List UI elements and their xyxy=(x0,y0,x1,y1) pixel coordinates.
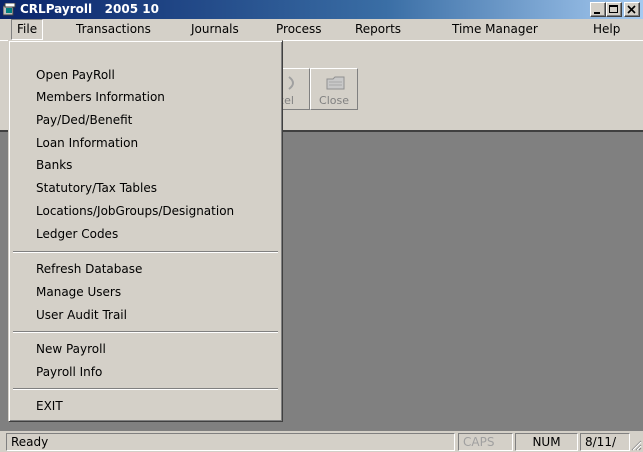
menu-time-manager[interactable]: Time Manager xyxy=(446,19,544,40)
menu-separator xyxy=(13,388,278,390)
status-date: 8/11/ xyxy=(580,433,630,451)
menu-item-exit[interactable]: EXIT xyxy=(12,395,279,417)
menu-item-locations-jobgroups-designation[interactable]: Locations/JobGroups/Designation xyxy=(12,200,279,222)
maximize-button[interactable] xyxy=(606,2,622,17)
maximize-icon xyxy=(609,5,618,13)
menu-journals[interactable]: Journals xyxy=(185,19,245,40)
menu-file[interactable]: File xyxy=(11,19,44,40)
menu-process[interactable]: Process xyxy=(270,19,328,40)
resize-grip-icon[interactable] xyxy=(630,439,642,451)
status-bar: Ready CAPS NUM 8/11/ xyxy=(0,431,643,452)
menu-item-statutory-tax-tables[interactable]: Statutory/Tax Tables xyxy=(12,177,279,199)
menu-item-banks[interactable]: Banks xyxy=(12,154,279,176)
menu-reports[interactable]: Reports xyxy=(349,19,407,40)
title-bar[interactable]: CRLPayroll 2005 10 xyxy=(0,0,643,19)
menu-item-payroll-info[interactable]: Payroll Info xyxy=(12,361,279,383)
menu-item-members-information[interactable]: Members Information xyxy=(12,86,279,108)
menu-item-manage-users[interactable]: Manage Users xyxy=(12,281,279,303)
menu-help[interactable]: Help xyxy=(587,19,626,40)
close-icon xyxy=(627,5,636,14)
close-folder-icon xyxy=(326,76,345,90)
menu-item-ledger-codes[interactable]: Ledger Codes xyxy=(12,223,279,245)
close-button-label: Close xyxy=(319,94,349,107)
close-window-button[interactable] xyxy=(624,2,640,17)
minimize-button[interactable] xyxy=(590,2,606,17)
menu-item-open-payroll[interactable]: Open PayRoll xyxy=(12,64,279,86)
menu-item-new-payroll[interactable]: New Payroll xyxy=(12,338,279,360)
window-title: CRLPayroll 2005 10 xyxy=(20,2,159,16)
app-window: CRLPayroll 2005 10 File Transactions Jou… xyxy=(0,0,643,452)
menu-item-loan-information[interactable]: Loan Information xyxy=(12,132,279,154)
menu-separator xyxy=(13,331,278,333)
menu-separator xyxy=(13,251,278,253)
menu-item-pay-ded-benefit[interactable]: Pay/Ded/Benefit xyxy=(12,109,279,131)
status-message: Ready xyxy=(6,433,455,451)
menu-item-refresh-database[interactable]: Refresh Database xyxy=(12,258,279,280)
menu-transactions[interactable]: Transactions xyxy=(70,19,157,40)
file-menu-dropdown: Open PayRoll Members Information Pay/Ded… xyxy=(8,40,283,422)
app-icon xyxy=(3,3,16,16)
minimize-icon xyxy=(594,12,600,14)
status-caps: CAPS xyxy=(458,433,513,451)
menu-bar: File Transactions Journals Process Repor… xyxy=(0,19,643,40)
close-button[interactable]: Close xyxy=(310,68,358,110)
menu-item-user-audit-trail[interactable]: User Audit Trail xyxy=(12,304,279,326)
status-num: NUM xyxy=(515,433,578,451)
